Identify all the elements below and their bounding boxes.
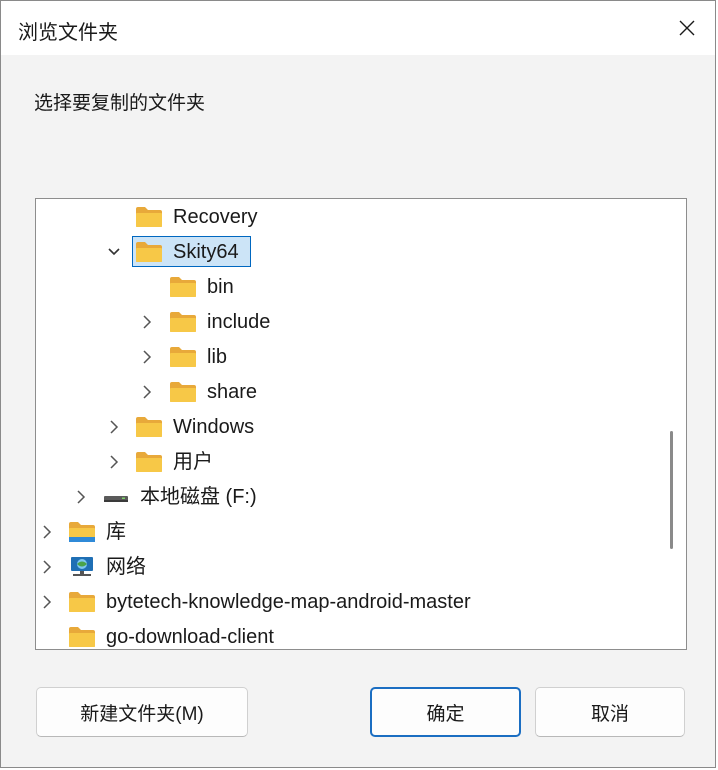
tree-item[interactable]: 本地磁盘 (F:) xyxy=(36,480,668,515)
close-button[interactable] xyxy=(659,1,715,55)
tree-item-label: include xyxy=(207,311,271,333)
library-icon xyxy=(68,520,96,544)
tree-item[interactable]: lib xyxy=(36,340,668,375)
tree-item[interactable]: bin xyxy=(36,270,668,305)
chevron-right-icon[interactable] xyxy=(73,488,89,506)
close-icon xyxy=(679,20,695,36)
tree-item[interactable]: Windows xyxy=(36,410,668,445)
tree-item-label: bin xyxy=(207,276,234,298)
folder-icon xyxy=(68,625,96,649)
folder-icon xyxy=(169,310,197,334)
title-bar: 浏览文件夹 xyxy=(1,1,715,55)
vertical-scrollbar[interactable] xyxy=(670,431,673,549)
tree-item-label: share xyxy=(207,381,258,403)
tree-item-label: lib xyxy=(207,346,228,368)
tree-item-label: 库 xyxy=(106,521,126,543)
tree-item[interactable]: include xyxy=(36,305,668,340)
tree-item-label: Recovery xyxy=(173,206,258,228)
chevron-right-icon[interactable] xyxy=(39,523,55,541)
tree-item[interactable]: 用户 xyxy=(36,445,668,480)
folder-icon xyxy=(135,450,163,474)
chevron-right-icon[interactable] xyxy=(139,348,155,366)
browse-folder-dialog: 浏览文件夹 选择要复制的文件夹 Recovery Skity64 bin inc… xyxy=(0,0,716,768)
tree-item[interactable]: bytetech-knowledge-map-android-master xyxy=(36,585,668,620)
chevron-right-icon[interactable] xyxy=(139,313,155,331)
tree-item[interactable]: 网络 xyxy=(36,550,668,585)
tree-item[interactable]: 库 xyxy=(36,515,668,550)
folder-icon xyxy=(135,240,163,264)
chevron-right-icon[interactable] xyxy=(139,383,155,401)
chevron-down-icon[interactable] xyxy=(106,243,122,261)
dialog-title: 浏览文件夹 xyxy=(18,22,118,44)
tree-item-label: go-download-client xyxy=(106,626,274,648)
folder-icon xyxy=(68,590,96,614)
new-folder-button[interactable]: 新建文件夹(M) xyxy=(36,687,248,737)
tree-item[interactable]: go-download-client xyxy=(36,620,668,649)
cancel-button[interactable]: 取消 xyxy=(535,687,685,737)
tree-item[interactable]: share xyxy=(36,375,668,410)
tree-item[interactable]: Recovery xyxy=(36,200,668,235)
folder-icon xyxy=(135,415,163,439)
dialog-prompt: 选择要复制的文件夹 xyxy=(34,93,206,114)
folder-icon xyxy=(169,275,197,299)
network-icon xyxy=(68,555,96,579)
folder-icon xyxy=(169,380,197,404)
tree-item-label: 网络 xyxy=(106,556,146,578)
tree-item-label: Windows xyxy=(173,416,255,438)
tree-item-label: Skity64 xyxy=(173,241,239,263)
chevron-right-icon[interactable] xyxy=(39,593,55,611)
ok-button[interactable]: 确定 xyxy=(370,687,521,737)
tree-item[interactable]: Skity64 xyxy=(36,235,668,270)
folder-tree[interactable]: Recovery Skity64 bin include lib share W… xyxy=(35,198,687,650)
chevron-right-icon[interactable] xyxy=(106,418,122,436)
tree-item-label: bytetech-knowledge-map-android-master xyxy=(106,591,471,613)
tree-item-label: 本地磁盘 (F:) xyxy=(140,486,257,508)
chevron-right-icon[interactable] xyxy=(106,453,122,471)
chevron-right-icon[interactable] xyxy=(39,558,55,576)
folder-icon xyxy=(169,345,197,369)
tree-item-label: 用户 xyxy=(173,451,213,473)
drive-icon xyxy=(102,485,130,509)
folder-icon xyxy=(135,205,163,229)
